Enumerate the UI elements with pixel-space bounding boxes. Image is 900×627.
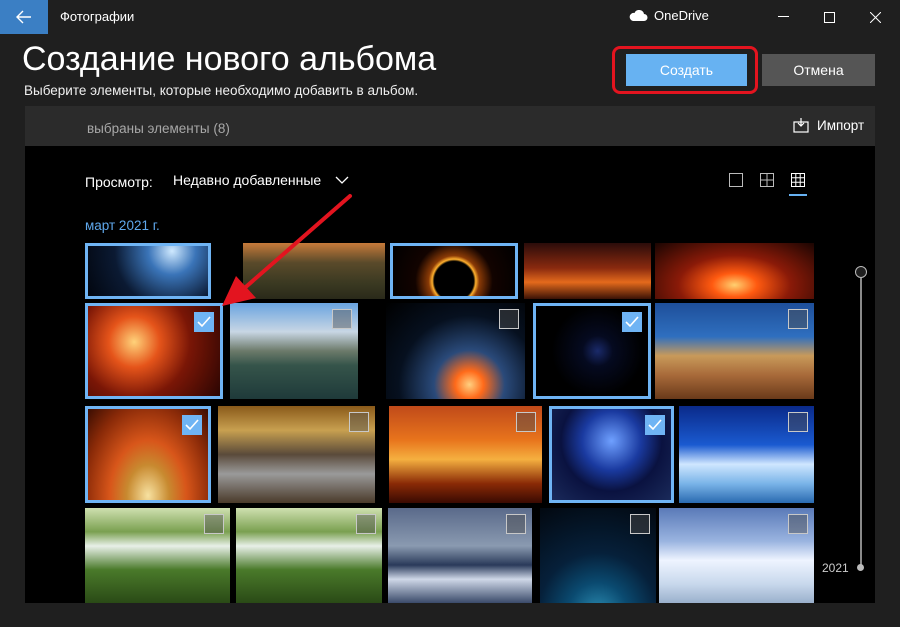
photo-checkbox[interactable] <box>645 415 665 435</box>
minimize-button[interactable] <box>760 0 806 34</box>
photo-tile[interactable] <box>243 243 385 299</box>
photo-checkbox[interactable] <box>506 514 526 534</box>
cancel-button[interactable]: Отмена <box>762 54 875 86</box>
maximize-icon <box>823 11 835 23</box>
back-button[interactable] <box>0 0 48 34</box>
timeline-year-marker[interactable] <box>857 564 864 571</box>
photo-tile[interactable] <box>85 406 211 503</box>
photo-checkbox[interactable] <box>204 514 224 534</box>
photo-checkbox[interactable] <box>622 312 642 332</box>
page-title: Создание нового альбома <box>22 40 437 78</box>
photo-tile[interactable] <box>218 406 375 503</box>
photo-tile[interactable] <box>549 406 674 503</box>
photo-checkbox[interactable] <box>349 412 369 432</box>
checkmark-icon <box>185 419 199 431</box>
timeline-knob[interactable] <box>855 266 867 278</box>
checkmark-icon <box>648 419 662 431</box>
photo-picker-panel: выбраны элементы (8) Импорт Просмотр: Не… <box>25 106 875 603</box>
onedrive-status[interactable]: OneDrive <box>628 8 709 23</box>
checkmark-icon <box>625 316 639 328</box>
photo-checkbox[interactable] <box>630 514 650 534</box>
photo-checkbox[interactable] <box>356 514 376 534</box>
onedrive-label: OneDrive <box>654 8 709 23</box>
photo-checkbox[interactable] <box>194 312 214 332</box>
close-icon <box>869 11 881 23</box>
back-arrow-icon <box>16 10 31 24</box>
photo-tile[interactable] <box>655 303 814 399</box>
photo-tile[interactable] <box>388 508 532 603</box>
photo-tile[interactable] <box>386 303 525 399</box>
photo-checkbox[interactable] <box>332 309 352 329</box>
maximize-button[interactable] <box>806 0 852 34</box>
photo-checkbox[interactable] <box>788 412 808 432</box>
photo-tile[interactable] <box>85 508 230 603</box>
timeline-track[interactable] <box>860 278 862 568</box>
photo-checkbox[interactable] <box>516 412 536 432</box>
photo-tile[interactable] <box>655 243 814 299</box>
minimize-icon <box>777 16 789 17</box>
photo-checkbox[interactable] <box>788 309 808 329</box>
timeline-year-label: 2021 <box>822 561 849 575</box>
photo-checkbox[interactable] <box>788 514 808 534</box>
checkmark-icon <box>197 316 211 328</box>
photo-checkbox[interactable] <box>499 309 519 329</box>
photo-grid <box>25 106 875 603</box>
photo-tile[interactable] <box>524 243 651 299</box>
photo-tile[interactable] <box>236 508 382 603</box>
photo-tile[interactable] <box>390 243 518 299</box>
title-bar: Фотографии OneDrive <box>0 0 900 36</box>
photo-tile[interactable] <box>85 303 223 399</box>
photo-tile[interactable] <box>230 303 358 399</box>
photo-tile[interactable] <box>540 508 656 603</box>
photo-tile[interactable] <box>679 406 814 503</box>
cloud-icon <box>629 9 648 21</box>
photo-tile[interactable] <box>85 243 211 299</box>
page-subtitle: Выберите элементы, которые необходимо до… <box>24 83 419 98</box>
photo-tile[interactable] <box>389 406 542 503</box>
photo-tile[interactable] <box>659 508 814 603</box>
create-button[interactable]: Создать <box>626 54 747 86</box>
close-button[interactable] <box>852 0 898 34</box>
app-title: Фотографии <box>60 9 135 24</box>
photo-checkbox[interactable] <box>182 415 202 435</box>
photo-tile[interactable] <box>533 303 651 399</box>
